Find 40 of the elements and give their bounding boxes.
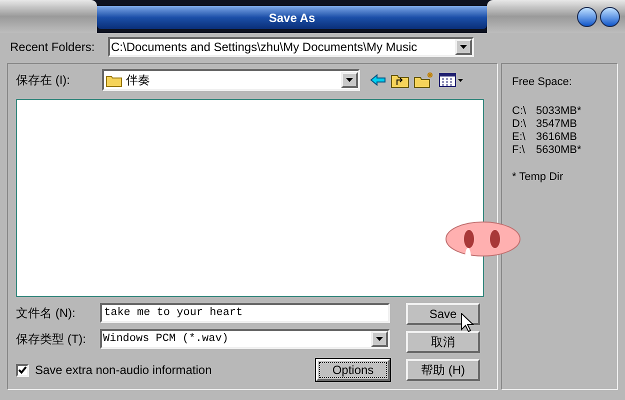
free-space-title: Free Space: (512, 75, 573, 90)
drive-letter: D:\ (512, 118, 526, 130)
checkbox-label: Save extra non-audio information (35, 362, 212, 379)
drive-letter: C:\ (512, 104, 526, 118)
file-name-label: 文件名 (N): (16, 305, 76, 322)
dialog-button[interactable]: 帮助 (H) (406, 359, 480, 381)
file-type-combo[interactable]: Windows PCM (*.wav) (100, 329, 390, 349)
dropdown-button[interactable] (455, 39, 472, 55)
temp-dir-note: * Temp Dir (512, 170, 564, 184)
dialog-button[interactable]: Save (406, 303, 480, 325)
save-in-label: 保存在 (I): (16, 72, 71, 89)
close-button[interactable] (600, 6, 620, 26)
drive-letter: F:\ (512, 144, 526, 156)
file-type-label: 保存类型 (T): (16, 331, 87, 348)
save-in-combo[interactable]: 伴奏 (102, 69, 360, 91)
recent-folders-combo[interactable]: C:\Documents and Settings\zhu\My Documents\My Music (108, 37, 474, 57)
drive-free-space: 3547MB (536, 118, 577, 130)
new-folder-icon[interactable] (414, 72, 434, 88)
dialog-button[interactable]: 取消 (406, 331, 480, 353)
back-arrow-icon[interactable] (370, 74, 386, 86)
minimize-button[interactable] (577, 6, 597, 26)
drive-free-space: 3616MB (536, 130, 577, 144)
dropdown-button[interactable] (341, 72, 358, 88)
up-folder-icon[interactable] (391, 72, 409, 88)
caret-icon (460, 45, 467, 49)
caret-icon (376, 337, 383, 341)
drive-letter: E:\ (512, 130, 526, 144)
dropdown-button[interactable] (371, 331, 388, 347)
window-title: Save As (97, 6, 487, 29)
folder-icon (106, 74, 122, 86)
caret-icon (346, 78, 353, 82)
check-icon (18, 366, 27, 374)
checkbox[interactable] (16, 364, 29, 376)
options-button[interactable]: Options (316, 359, 390, 381)
drive-free-space: 5033MB* (536, 104, 582, 118)
file-name-field[interactable]: take me to your heart (100, 303, 390, 323)
mouse-cursor-icon (461, 313, 474, 332)
view-menu-icon[interactable] (439, 73, 463, 87)
recent-folders-label: Recent Folders: (10, 39, 96, 56)
drive-free-space: 5630MB* (536, 144, 582, 156)
